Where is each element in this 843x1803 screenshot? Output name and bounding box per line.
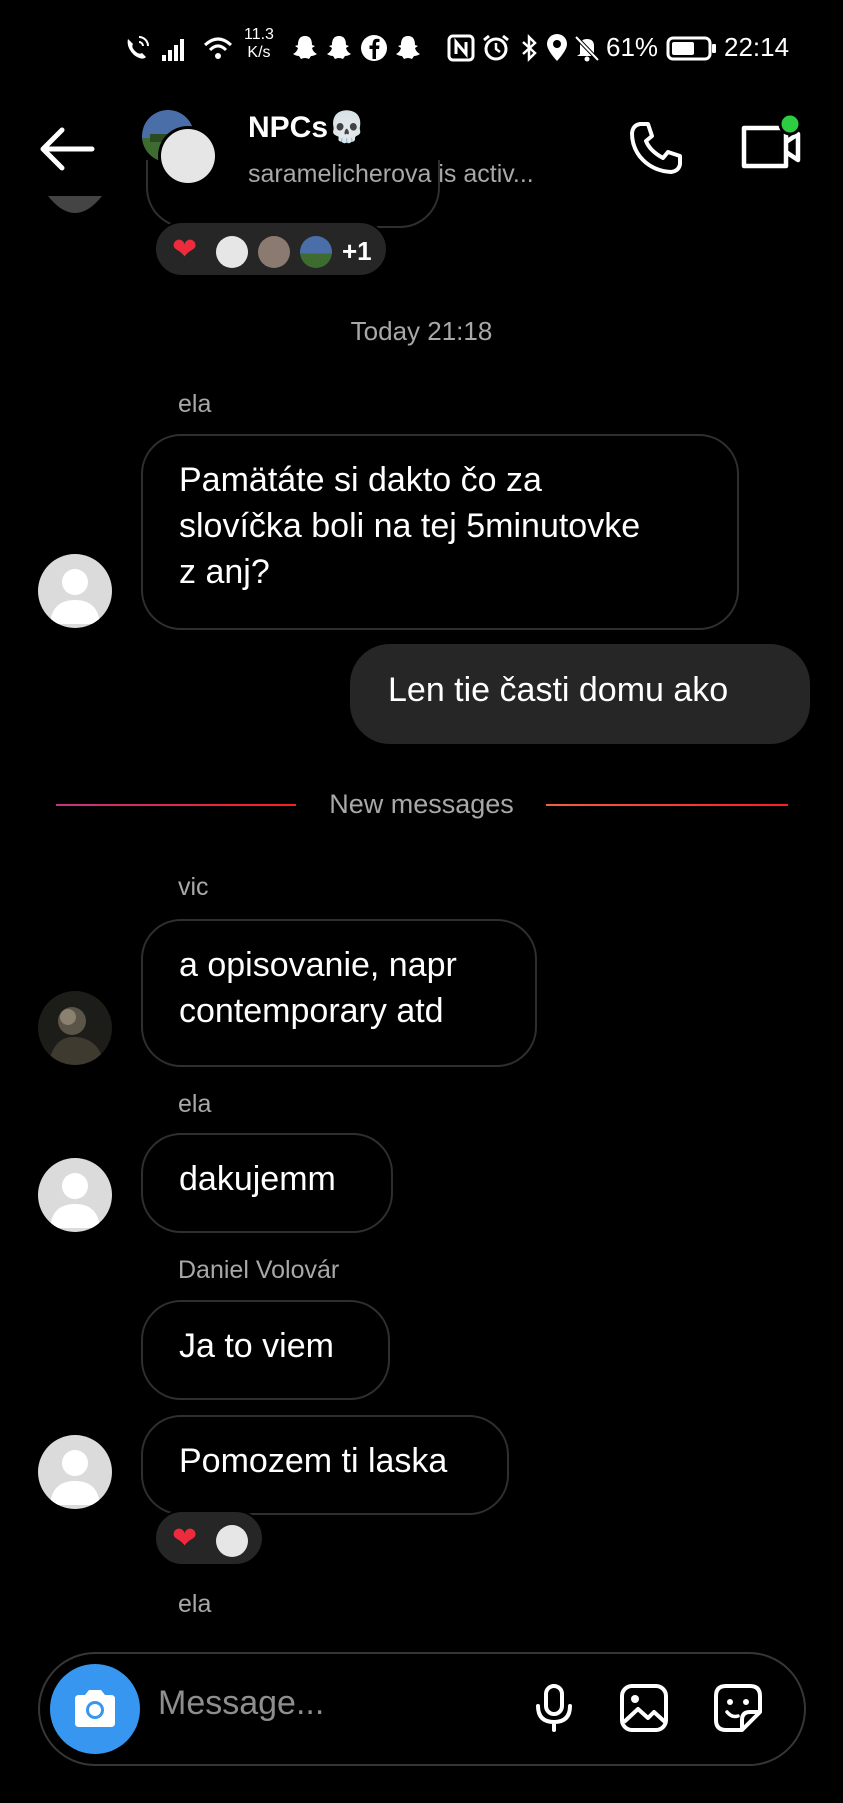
video-call-icon[interactable] xyxy=(736,112,802,178)
microphone-icon[interactable] xyxy=(528,1682,580,1734)
message-bubble[interactable]: Ja to viem xyxy=(141,1300,390,1400)
previous-avatar xyxy=(48,196,102,213)
heart-reaction-icon: ❤ xyxy=(172,233,198,266)
message-bubble[interactable]: Pamätáte si dakto čo za slovíčka boli na… xyxy=(141,434,739,630)
camera-button[interactable] xyxy=(50,1664,140,1754)
message-text-line: contemporary atd xyxy=(179,992,444,1030)
message-text-line: slovíčka boli na tej 5minutovke xyxy=(179,507,641,545)
sender-name: vic xyxy=(178,873,209,901)
user-avatar[interactable] xyxy=(38,991,112,1065)
message-text-line: Pamätáte si dakto čo za xyxy=(179,461,542,499)
reactor-avatar xyxy=(216,236,248,268)
phone-call-icon[interactable] xyxy=(626,118,686,178)
message-bubble[interactable]: Pomozem ti laska xyxy=(141,1415,509,1515)
message-bubble[interactable]: dakujemm xyxy=(141,1133,393,1233)
mute-notifications-icon xyxy=(574,35,600,62)
facebook-icon xyxy=(361,35,387,61)
sender-name: ela xyxy=(178,1090,212,1118)
message-text-line: a opisovanie, napr xyxy=(179,946,457,984)
message-bubble[interactable]: a opisovanie, napr contemporary atd xyxy=(141,919,537,1067)
nfc-icon xyxy=(447,34,475,62)
alarm-icon xyxy=(483,34,509,61)
camera-icon xyxy=(75,1690,115,1727)
message-text-line: z anj? xyxy=(179,553,270,591)
message-composer: Message... xyxy=(38,1652,806,1766)
location-icon xyxy=(547,34,567,61)
gallery-icon[interactable] xyxy=(618,1682,670,1734)
reactions-extra-count: +1 xyxy=(342,236,372,266)
sender-name: Daniel Volovár xyxy=(178,1256,340,1284)
clock: 22:14 xyxy=(724,32,790,62)
reactor-avatar xyxy=(258,236,290,268)
reactions-pill[interactable]: ❤ xyxy=(154,1510,264,1566)
reactions-pill[interactable]: ❤ +1 xyxy=(154,221,388,277)
wifi-icon xyxy=(203,37,233,59)
battery-icon xyxy=(666,36,716,61)
user-avatar[interactable] xyxy=(38,554,112,628)
battery-percent: 61% xyxy=(606,32,659,62)
sticker-icon[interactable] xyxy=(712,1682,764,1734)
back-arrow-icon[interactable] xyxy=(36,118,98,180)
heart-reaction-icon: ❤ xyxy=(172,1522,198,1555)
status-bar: 11.3 K/s 61% 22:14 xyxy=(0,0,843,98)
message-timestamp: Today 21:18 xyxy=(350,316,493,346)
bluetooth-icon xyxy=(522,33,537,63)
message-input[interactable]: Message... xyxy=(158,1684,324,1723)
own-message-bubble[interactable]: Len tie časti domu ako xyxy=(350,644,810,744)
previous-message-bubble[interactable] xyxy=(146,160,440,228)
user-avatar[interactable] xyxy=(38,1158,112,1232)
snapchat-icon xyxy=(396,36,420,59)
user-avatar[interactable] xyxy=(38,1435,112,1509)
network-speed: 11.3 K/s xyxy=(244,26,274,61)
reactor-avatar xyxy=(216,1525,248,1557)
snapchat-icon xyxy=(327,36,351,59)
sender-name: ela xyxy=(178,390,212,418)
wifi-calling-icon xyxy=(127,36,149,59)
sender-name: ela xyxy=(178,1590,212,1618)
reactor-avatar xyxy=(300,236,332,268)
signal-icon xyxy=(162,39,184,61)
snapchat-icon xyxy=(293,36,317,59)
chat-title[interactable]: NPCs💀 xyxy=(248,110,365,145)
divider-line-right xyxy=(546,804,788,806)
